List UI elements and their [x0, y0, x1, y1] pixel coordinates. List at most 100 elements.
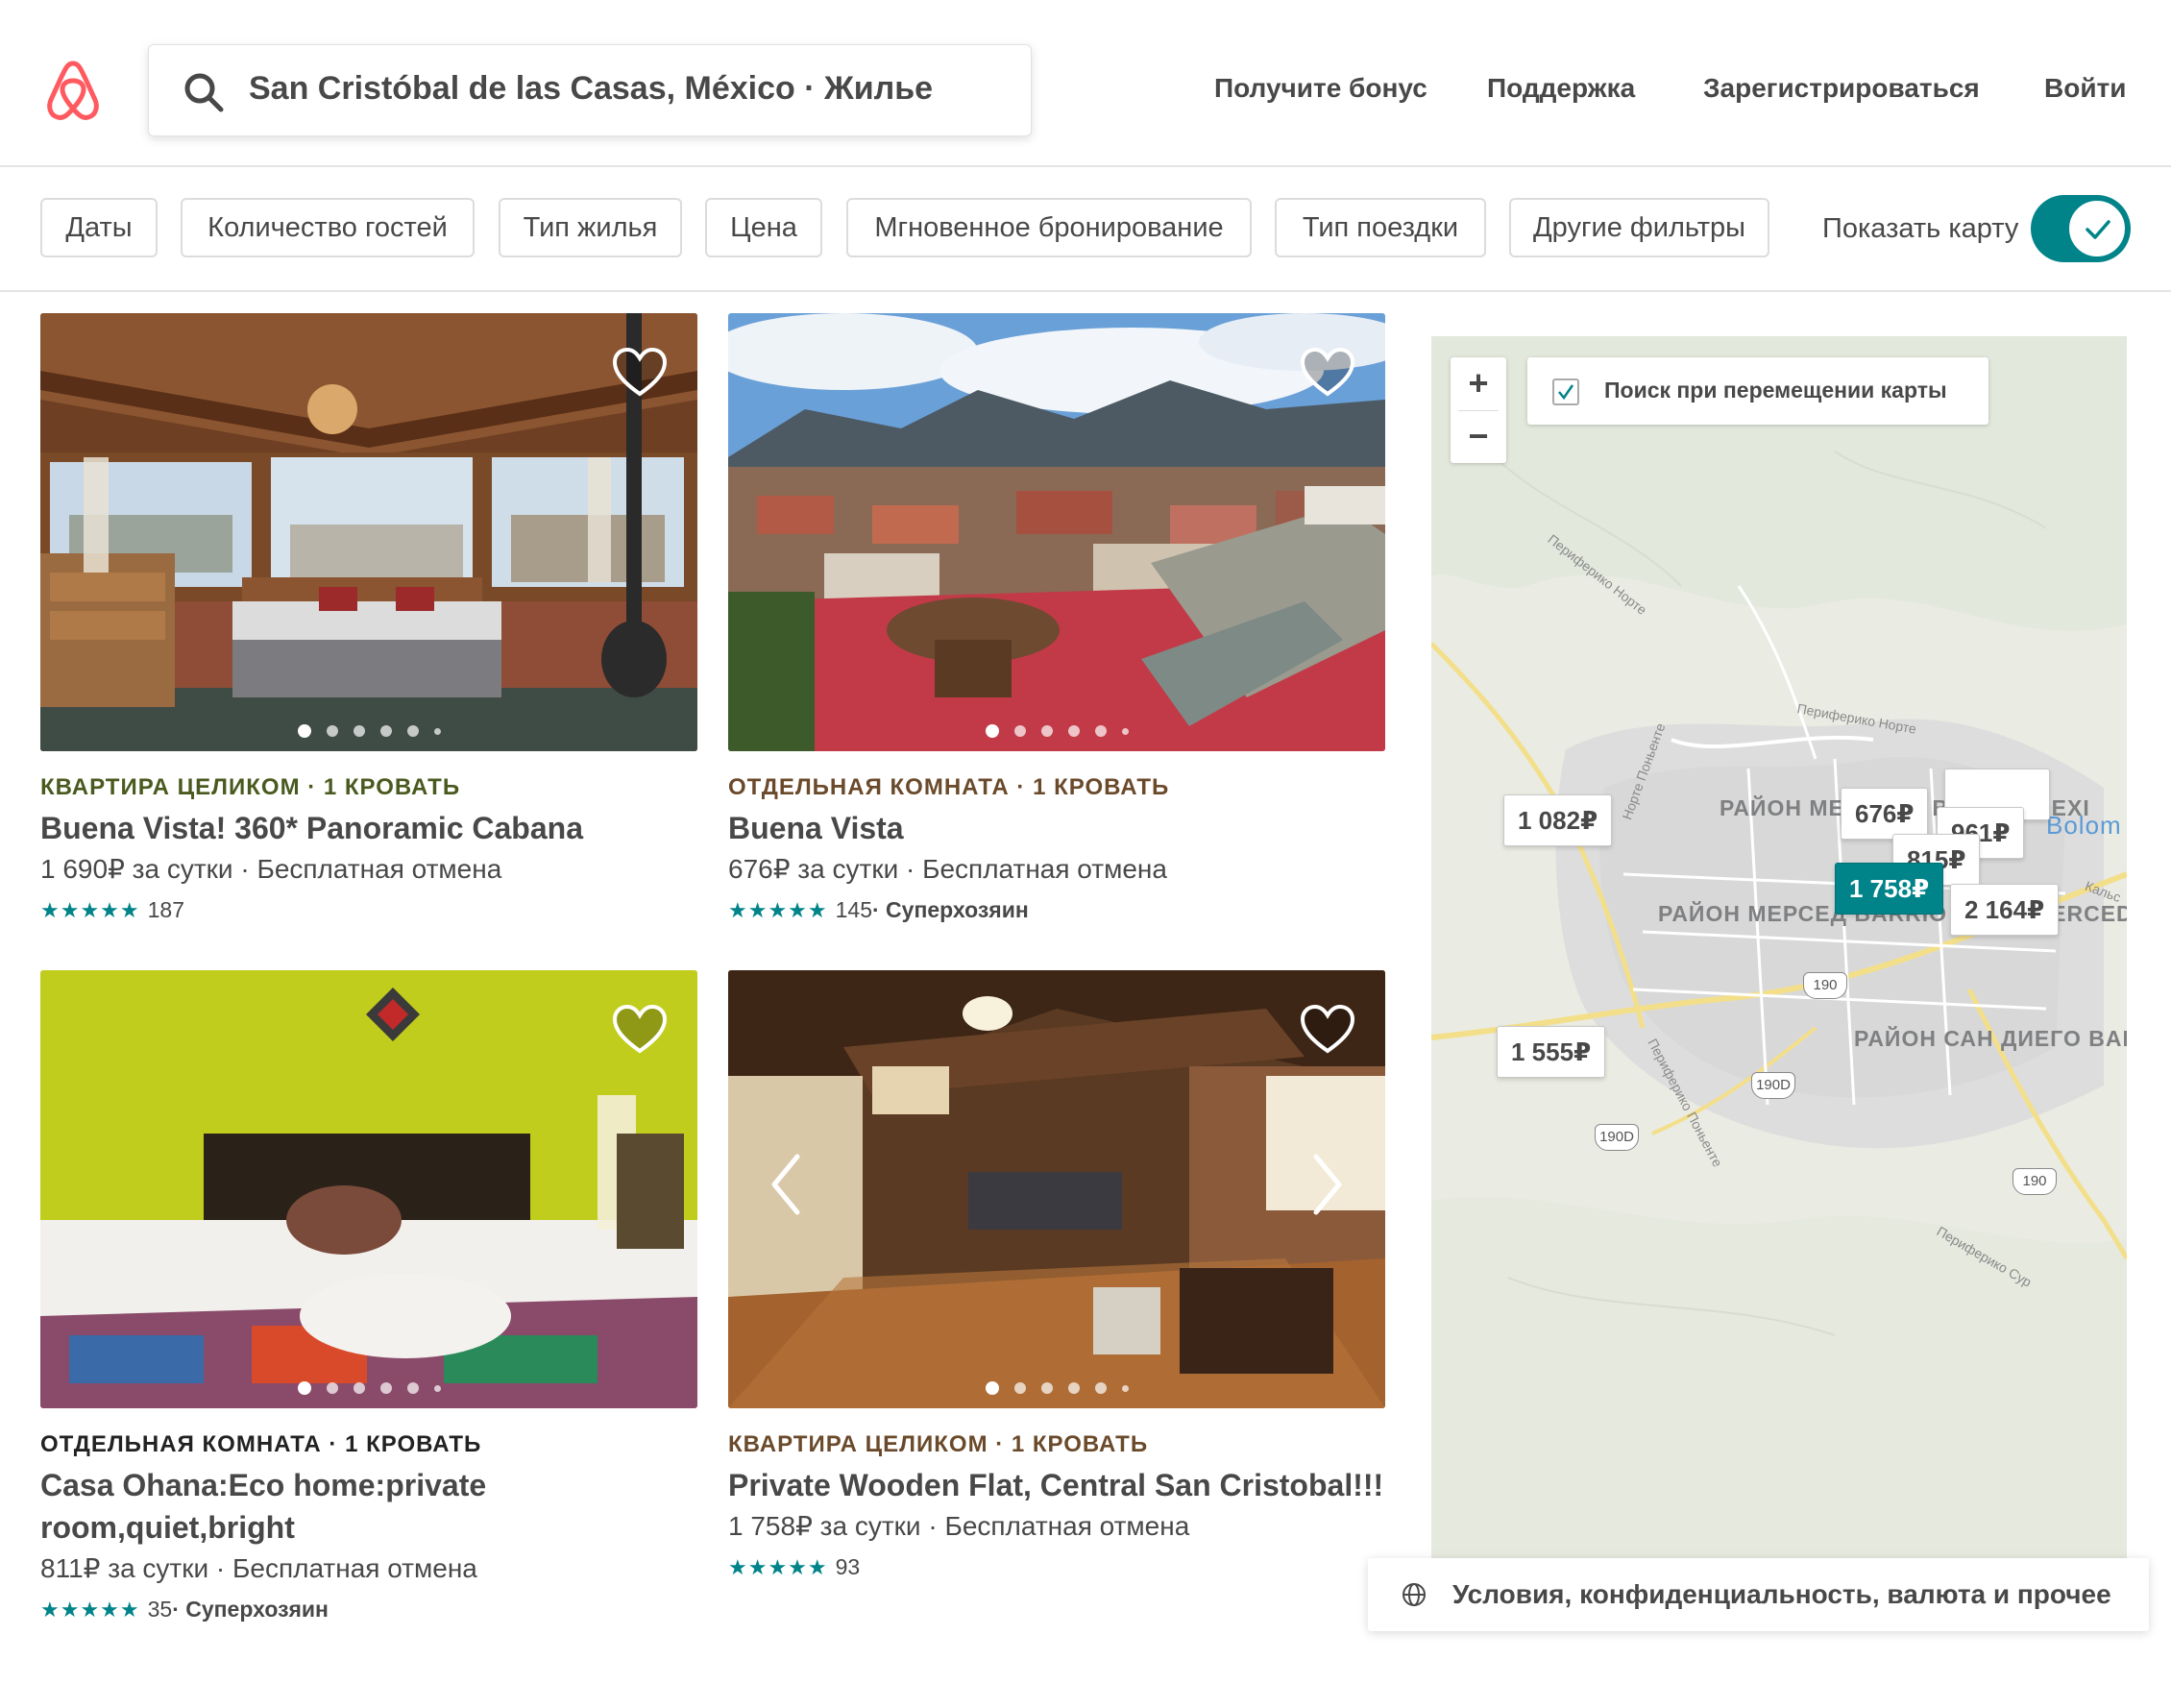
- photo-dot[interactable]: [406, 1382, 419, 1394]
- listing-title[interactable]: Buena Vista! 360* Panoramic Cabana: [40, 807, 697, 849]
- photo-dot[interactable]: [406, 725, 419, 737]
- filter-home-type-button[interactable]: Тип жилья: [499, 198, 682, 257]
- photo-dot[interactable]: [297, 724, 311, 738]
- favorite-heart-icon[interactable]: [1299, 1003, 1356, 1057]
- show-map-label: Показать карту: [1822, 213, 2019, 244]
- favorite-heart-icon[interactable]: [611, 1003, 669, 1057]
- nav-signup-link[interactable]: Зарегистрироваться: [1703, 73, 1980, 104]
- highway-shield: 190: [2012, 1168, 2057, 1195]
- price-marker[interactable]: 2 164₽: [1950, 884, 2060, 936]
- photo-dot[interactable]: [353, 725, 365, 737]
- listing-photo-cabana-image: [40, 313, 697, 751]
- chevron-left-icon[interactable]: [767, 1151, 805, 1218]
- globe-icon: [1403, 1583, 1426, 1606]
- neighborhood-label: РАЙОН МЕРСЕД BARRIO DE LA MERCED: [1658, 901, 2127, 926]
- zoom-in-button[interactable]: +: [1451, 357, 1506, 409]
- listing-card[interactable]: ОТДЕЛЬНАЯ КОМНАТА · 1 КРОВАТЬ Buena Vist…: [728, 313, 1385, 928]
- listing-title[interactable]: Casa Ohana:Eco home:private room,quiet,b…: [40, 1464, 697, 1549]
- photo-dot[interactable]: [379, 725, 392, 737]
- favorite-heart-icon[interactable]: [611, 346, 669, 400]
- listing-card[interactable]: ОТДЕЛЬНАЯ КОМНАТА · 1 КРОВАТЬ Casa Ohana…: [40, 970, 697, 1633]
- photo-dot[interactable]: [1121, 1384, 1129, 1392]
- check-icon: [2086, 220, 2110, 239]
- check-icon: [1558, 384, 1574, 401]
- listing-title[interactable]: Private Wooden Flat, Central San Cristob…: [728, 1464, 1385, 1506]
- listing-rating: ★★★★★ 93: [728, 1554, 860, 1580]
- search-bar[interactable]: San Cristóbal de las Casas, México · Жил…: [148, 44, 1032, 136]
- show-map-toggle[interactable]: [2031, 195, 2131, 262]
- listing-photo-bedroom-image: [40, 970, 697, 1408]
- zoom-out-button[interactable]: −: [1451, 410, 1506, 462]
- listing-photo[interactable]: [728, 970, 1385, 1408]
- price-marker[interactable]: 1 082₽: [1503, 794, 1613, 846]
- search-icon: [184, 73, 224, 112]
- listing-photo[interactable]: [728, 313, 1385, 751]
- photo-dot[interactable]: [1094, 725, 1107, 737]
- nav-login-link[interactable]: Войти: [2044, 73, 2126, 104]
- highway-shield: 190D: [1595, 1124, 1639, 1151]
- photo-dot[interactable]: [433, 727, 441, 735]
- photo-dot[interactable]: [1013, 1382, 1026, 1394]
- search-on-move-label: Поиск при перемещении карты: [1604, 378, 1947, 403]
- price-marker[interactable]: 1 555₽: [1497, 1026, 1606, 1078]
- listing-card[interactable]: КВАРТИРА ЦЕЛИКОМ · 1 КРОВАТЬ Private Woo…: [728, 970, 1385, 1585]
- filter-dates-button[interactable]: Даты: [40, 198, 158, 257]
- listing-photo[interactable]: [40, 313, 697, 751]
- photo-dot[interactable]: [1067, 1382, 1080, 1394]
- photo-dot[interactable]: [1094, 1382, 1107, 1394]
- zoom-controls: + −: [1451, 357, 1506, 463]
- photo-dot[interactable]: [326, 725, 338, 737]
- review-count: 145: [835, 897, 872, 922]
- photo-dots[interactable]: [40, 724, 697, 738]
- listing-type: КВАРТИРА ЦЕЛИКОМ · 1 КРОВАТЬ: [40, 774, 461, 800]
- airbnb-logo-icon[interactable]: [42, 58, 104, 123]
- photo-dot[interactable]: [985, 724, 999, 738]
- listing-price: 676₽ за сутки · Бесплатная отмена: [728, 854, 1167, 884]
- neighborhood-label: РАЙОН САН ДИЕГО BARRIO DE SAN DIEGO: [1854, 1026, 2127, 1051]
- listing-title[interactable]: Buena Vista: [728, 807, 1385, 849]
- photo-dot[interactable]: [1040, 1382, 1053, 1394]
- filter-instant-book-button[interactable]: Мгновенное бронирование: [846, 198, 1252, 257]
- photo-dot[interactable]: [1013, 725, 1026, 737]
- photo-dots[interactable]: [728, 724, 1385, 738]
- photo-dot[interactable]: [985, 1381, 999, 1395]
- terms-link[interactable]: Условия, конфиденциальность, валюта и пр…: [1452, 1579, 2111, 1610]
- filter-price-button[interactable]: Цена: [705, 198, 822, 257]
- listing-photo[interactable]: [40, 970, 697, 1408]
- listing-rating: ★★★★★ 145 · Суперхозяин: [728, 897, 1029, 923]
- terms-footer[interactable]: Условия, конфиденциальность, валюта и пр…: [1368, 1558, 2149, 1631]
- chevron-right-icon[interactable]: [1308, 1151, 1347, 1218]
- photo-dot[interactable]: [297, 1381, 311, 1395]
- listing-card[interactable]: КВАРТИРА ЦЕЛИКОМ · 1 КРОВАТЬ Buena Vista…: [40, 313, 697, 928]
- photo-dot[interactable]: [326, 1382, 338, 1394]
- listing-photo-rooftop-image: [728, 313, 1385, 751]
- photo-dot[interactable]: [353, 1382, 365, 1394]
- review-count: 187: [147, 897, 184, 922]
- photo-dot[interactable]: [433, 1384, 441, 1392]
- price-marker[interactable]: 676₽: [1841, 788, 1929, 840]
- listing-type: ОТДЕЛЬНАЯ КОМНАТА · 1 КРОВАТЬ: [40, 1431, 482, 1457]
- nav-bonus-link[interactable]: Получите бонус: [1214, 73, 1427, 104]
- rating-stars-icon: ★★★★★: [728, 897, 828, 922]
- filter-more-button[interactable]: Другие фильтры: [1509, 198, 1769, 257]
- favorite-heart-icon[interactable]: [1299, 346, 1356, 400]
- photo-dot[interactable]: [1067, 725, 1080, 737]
- search-on-move-control[interactable]: Поиск при перемещении карты: [1527, 357, 1988, 425]
- photo-dot[interactable]: [1040, 725, 1053, 737]
- listing-price: 1 690₽ за сутки · Бесплатная отмена: [40, 854, 502, 884]
- photo-dots[interactable]: [40, 1381, 697, 1395]
- search-input[interactable]: San Cristóbal de las Casas, México · Жил…: [249, 70, 933, 108]
- rating-stars-icon: ★★★★★: [40, 897, 140, 922]
- filter-trip-type-button[interactable]: Тип поездки: [1275, 198, 1486, 257]
- nav-support-link[interactable]: Поддержка: [1487, 73, 1635, 104]
- filter-guests-button[interactable]: Количество гостей: [181, 198, 475, 257]
- listing-type: ОТДЕЛЬНАЯ КОМНАТА · 1 КРОВАТЬ: [728, 774, 1170, 800]
- superhost-badge: · Суперхозяин: [172, 1597, 329, 1622]
- photo-dot[interactable]: [1121, 727, 1129, 735]
- highway-shield: 190D: [1751, 1072, 1795, 1099]
- map[interactable]: + − Поиск при перемещении карты Перифери…: [1431, 336, 2127, 1561]
- photo-dot[interactable]: [379, 1382, 392, 1394]
- photo-dots[interactable]: [728, 1381, 1385, 1395]
- price-marker-selected[interactable]: 1 758₽: [1835, 863, 1944, 915]
- search-on-move-checkbox[interactable]: [1552, 378, 1579, 405]
